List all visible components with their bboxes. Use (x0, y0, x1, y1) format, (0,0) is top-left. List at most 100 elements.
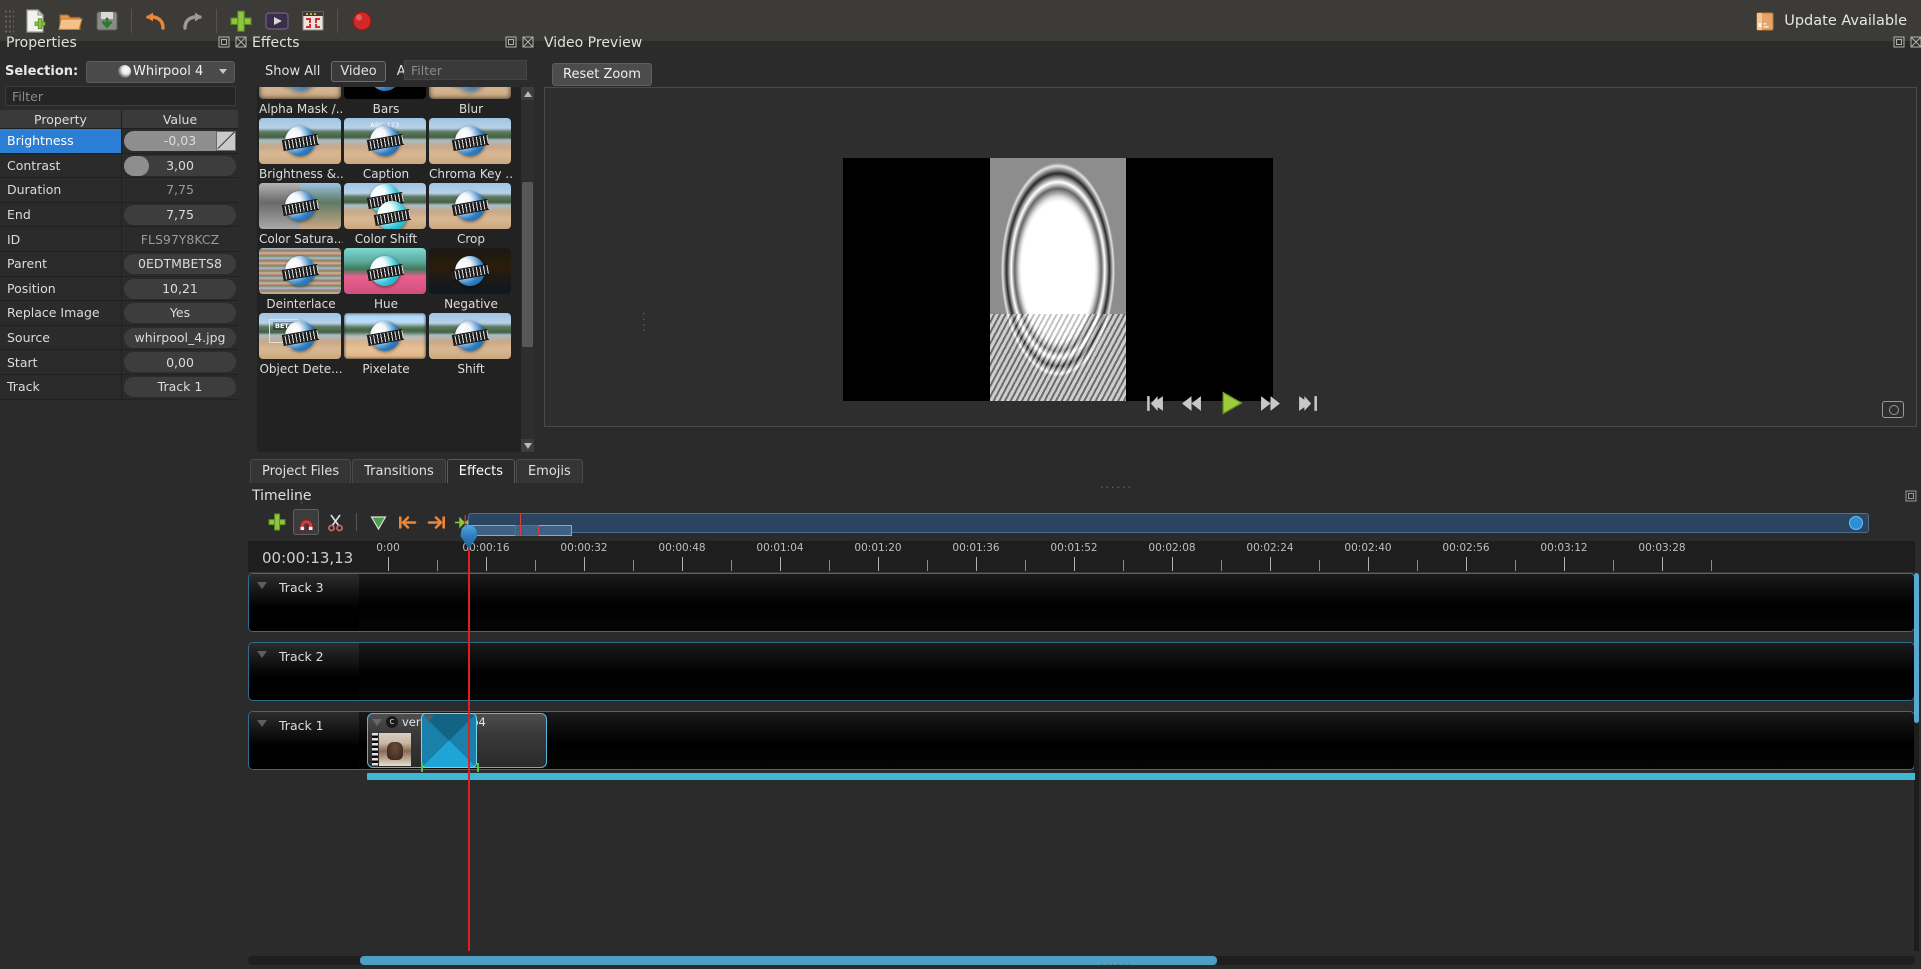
value-slider-fill[interactable] (124, 155, 149, 176)
property-row[interactable]: Contrast 3,00 (0, 153, 238, 179)
tab-project-files[interactable]: Project Files (250, 459, 352, 483)
effect-item[interactable]: Negative (429, 248, 513, 311)
float-icon[interactable] (505, 36, 517, 48)
timeline-splitter-handle[interactable]: ...... (1100, 955, 1133, 968)
property-value[interactable]: 7,75 (122, 203, 238, 227)
timeline-track[interactable]: Track 1cvertical-1.mp4 (248, 711, 1915, 780)
timeline-zoom-slider[interactable] (468, 513, 1869, 536)
effects-scrollbar[interactable] (521, 87, 534, 452)
chevron-down-icon[interactable] (257, 582, 267, 589)
chevron-down-icon[interactable] (372, 718, 382, 726)
save-project-button[interactable] (90, 4, 124, 38)
close-icon[interactable] (1910, 36, 1921, 48)
property-value[interactable]: 10,21 (122, 277, 238, 301)
effect-item[interactable]: Hue (344, 248, 428, 311)
property-value[interactable]: whirpool_4.jpg (122, 326, 238, 350)
property-row[interactable]: Start 0,00 (0, 350, 238, 375)
snapshot-button[interactable] (1882, 401, 1904, 418)
effect-item[interactable]: Color Shift (344, 183, 428, 246)
razor-tool-button[interactable] (322, 509, 348, 535)
chevron-down-icon[interactable] (424, 715, 434, 722)
chevron-down-icon[interactable] (257, 720, 267, 727)
effect-item[interactable]: Pixelate (344, 313, 428, 376)
property-row[interactable]: Source whirpool_4.jpg (0, 325, 238, 351)
property-value[interactable]: 7,75 (122, 178, 238, 202)
property-row[interactable]: Position 10,21 (0, 276, 238, 302)
timeline-hscroll-thumb[interactable] (360, 956, 1217, 965)
effects-tab-video[interactable]: Video (331, 61, 386, 82)
zoom-slider-handle[interactable] (1849, 516, 1863, 530)
property-row[interactable]: Parent 0EDTMBETS8 (0, 251, 238, 277)
effect-item[interactable]: Shift (429, 313, 513, 376)
effect-item[interactable]: ABC 123 Caption (344, 118, 428, 181)
float-icon[interactable] (1905, 490, 1917, 502)
property-row[interactable]: Track Track 1 (0, 374, 238, 400)
property-row[interactable]: Replace Image Yes (0, 301, 238, 326)
playhead[interactable] (460, 525, 478, 951)
snapping-button[interactable] (293, 509, 319, 535)
timeline-horizontal-scrollbar[interactable] (248, 956, 1915, 965)
track-header[interactable]: Track 1 (249, 712, 359, 769)
effect-item[interactable]: Blur (429, 87, 513, 116)
undo-button[interactable] (139, 4, 173, 38)
timeline-vertical-scrollbar[interactable] (1914, 573, 1919, 951)
effects-tab-show-all[interactable]: Show All (256, 61, 329, 82)
tab-effects[interactable]: Effects (446, 459, 515, 483)
effects-scrollbar-thumb[interactable] (522, 182, 533, 347)
effect-item[interactable]: Brightness &... (259, 118, 343, 181)
video-preview-frame[interactable] (544, 87, 1917, 427)
property-value[interactable]: 3,00 (122, 154, 238, 178)
chevron-down-icon[interactable] (257, 651, 267, 658)
property-row[interactable]: End 7,75 (0, 202, 238, 228)
rewind-button[interactable] (1181, 393, 1202, 414)
record-button[interactable] (345, 4, 379, 38)
effects-filter-input[interactable]: Filter (404, 60, 527, 80)
timeline-vscroll-thumb[interactable] (1914, 573, 1919, 723)
selection-dropdown[interactable]: Whirpool 4 (86, 60, 235, 83)
tab-transitions[interactable]: Transitions (352, 459, 446, 483)
scroll-up-button[interactable] (521, 87, 534, 100)
redo-button[interactable] (175, 4, 209, 38)
close-icon[interactable] (522, 36, 534, 48)
property-value[interactable]: 0EDTMBETS8 (122, 252, 238, 276)
timeline-track[interactable]: Track 3 (248, 573, 1915, 632)
add-marker-button[interactable] (365, 509, 391, 535)
play-button[interactable] (1218, 390, 1244, 416)
fullscreen-button[interactable] (296, 4, 330, 38)
property-value[interactable]: Track 1 (122, 375, 238, 399)
vertical-splitter-handle[interactable]: .... (640, 312, 653, 334)
fast-forward-button[interactable] (1260, 393, 1281, 414)
effect-item[interactable]: Crop (429, 183, 513, 246)
float-icon[interactable] (218, 36, 230, 48)
effect-item[interactable]: BETA Object Dete... (259, 313, 343, 376)
toolbar-drag-handle[interactable] (4, 8, 14, 33)
import-files-button[interactable] (224, 4, 258, 38)
property-row[interactable]: ID FLS97Y8KCZ (0, 227, 238, 252)
effect-item[interactable]: Chroma Key ... (429, 118, 513, 181)
track-header[interactable]: Track 2 (249, 643, 359, 700)
effect-item[interactable]: Bars (344, 87, 428, 116)
jump-start-button[interactable] (1144, 393, 1165, 414)
close-icon[interactable] (235, 36, 247, 48)
add-track-button[interactable] (264, 509, 290, 535)
float-icon[interactable] (1893, 36, 1905, 48)
track-header[interactable]: Track 3 (249, 574, 359, 631)
next-marker-button[interactable] (423, 509, 449, 535)
property-value[interactable]: FLS97Y8KCZ (122, 227, 238, 251)
timeline-track[interactable]: Track 2 (248, 642, 1915, 701)
reset-zoom-button[interactable]: Reset Zoom (552, 63, 652, 86)
scroll-down-button[interactable] (521, 439, 534, 452)
update-available-button[interactable]: Update Available (1754, 10, 1921, 32)
property-value[interactable]: -0,03 (122, 129, 238, 153)
jump-end-button[interactable] (1297, 393, 1318, 414)
effect-item[interactable]: Color Satura... (259, 183, 343, 246)
keyframe-toggle-icon[interactable] (216, 131, 236, 151)
property-row[interactable]: Duration 7,75 (0, 178, 238, 203)
export-video-button[interactable] (260, 4, 294, 38)
properties-filter-input[interactable]: Filter (5, 86, 236, 106)
effect-item[interactable]: Deinterlace (259, 248, 343, 311)
timeline-ruler[interactable]: 00:00:13,13 0:00 00:00:16 00:00:32 00:00:48… (248, 541, 1915, 573)
open-project-button[interactable] (54, 4, 88, 38)
property-value[interactable]: 0,00 (122, 350, 238, 374)
property-value[interactable]: Yes (122, 301, 238, 325)
